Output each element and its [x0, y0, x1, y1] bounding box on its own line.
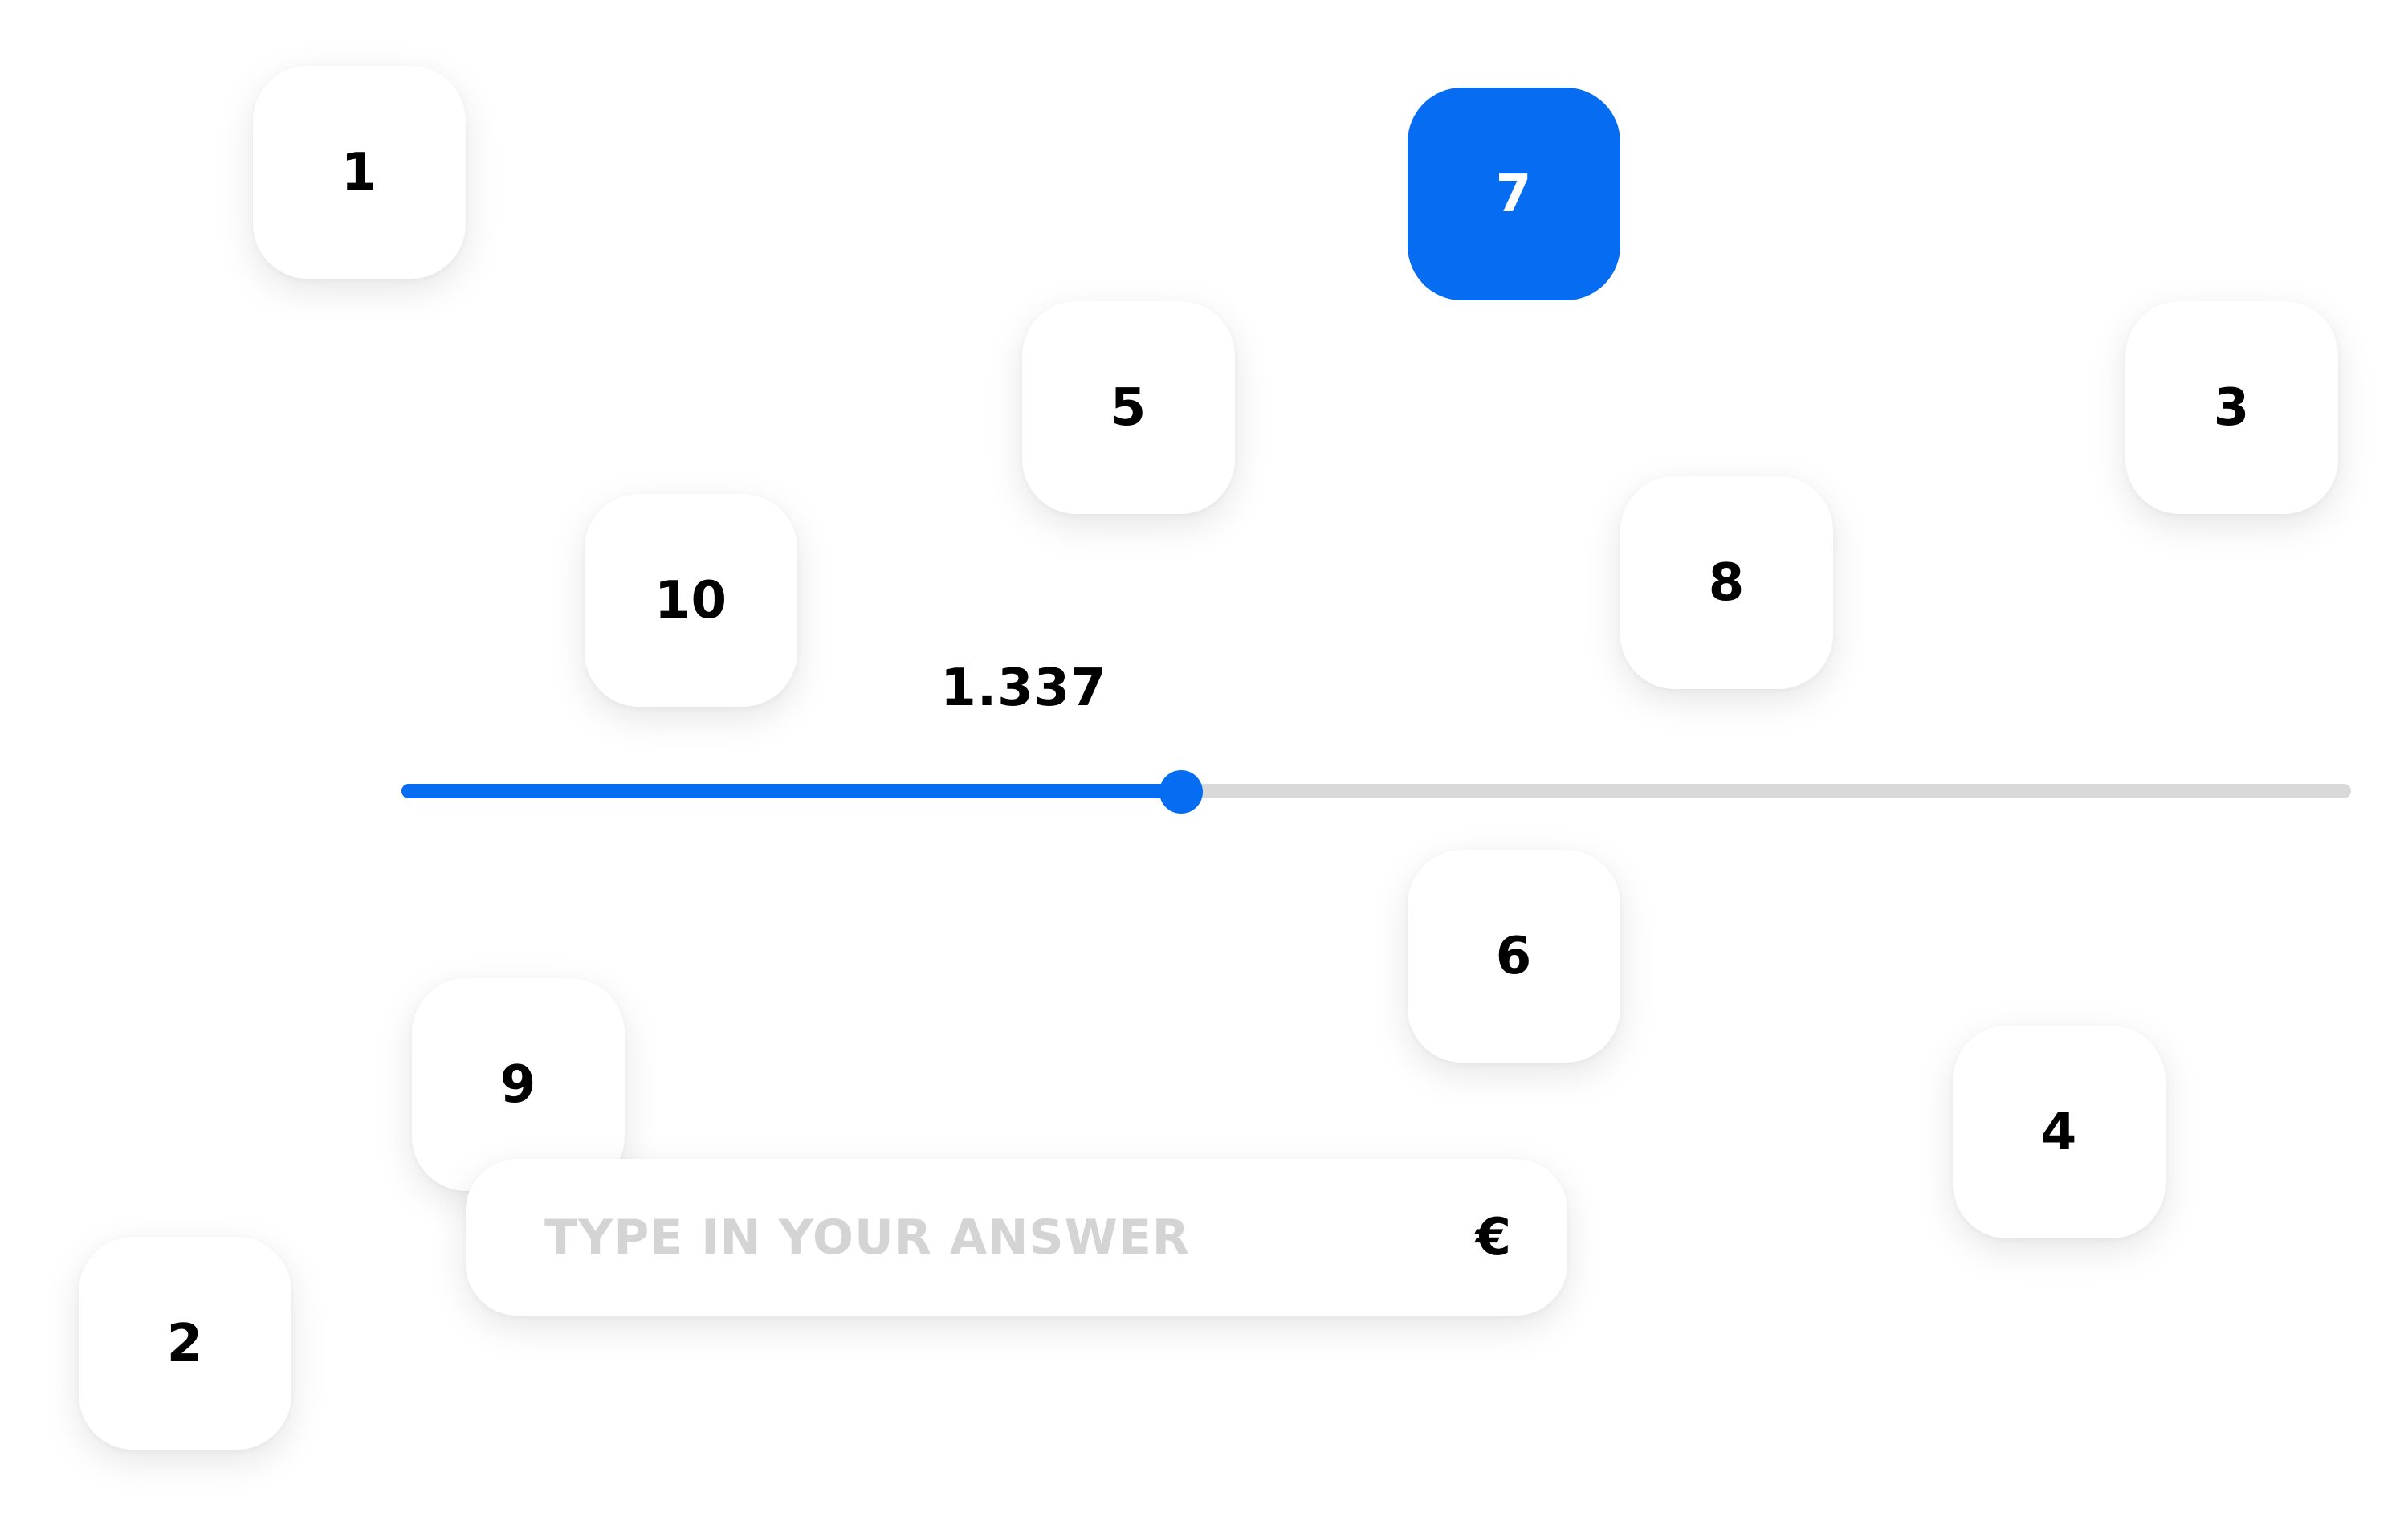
- slider-fill: [401, 784, 1182, 798]
- option-label: 7: [1495, 164, 1533, 224]
- option-tile-8[interactable]: 8: [1620, 476, 1833, 689]
- option-tile-6[interactable]: 6: [1408, 850, 1620, 1063]
- answer-input[interactable]: [544, 1209, 1476, 1266]
- option-label: 5: [1110, 377, 1147, 438]
- option-label: 8: [1708, 553, 1746, 613]
- option-label: 2: [166, 1313, 204, 1373]
- slider-thumb[interactable]: [1159, 770, 1204, 814]
- euro-currency-symbol: €: [1475, 1207, 1511, 1267]
- option-tile-7-selected[interactable]: 7: [1408, 88, 1620, 300]
- answer-field[interactable]: €: [466, 1159, 1567, 1316]
- option-label: 9: [499, 1055, 537, 1115]
- option-tile-10[interactable]: 10: [585, 494, 797, 707]
- slider-value-label: 1.337: [940, 659, 1107, 718]
- option-tile-5[interactable]: 5: [1022, 301, 1235, 514]
- option-label: 3: [2213, 377, 2251, 438]
- option-tile-3[interactable]: 3: [2125, 301, 2338, 514]
- option-label: 6: [1495, 926, 1533, 986]
- option-label: 10: [654, 570, 728, 630]
- option-tile-2[interactable]: 2: [79, 1237, 291, 1450]
- option-label: 1: [340, 142, 378, 202]
- option-tile-1[interactable]: 1: [253, 66, 466, 279]
- option-tile-4[interactable]: 4: [1953, 1026, 2166, 1238]
- value-slider[interactable]: [401, 770, 2351, 814]
- option-label: 4: [2040, 1102, 2078, 1162]
